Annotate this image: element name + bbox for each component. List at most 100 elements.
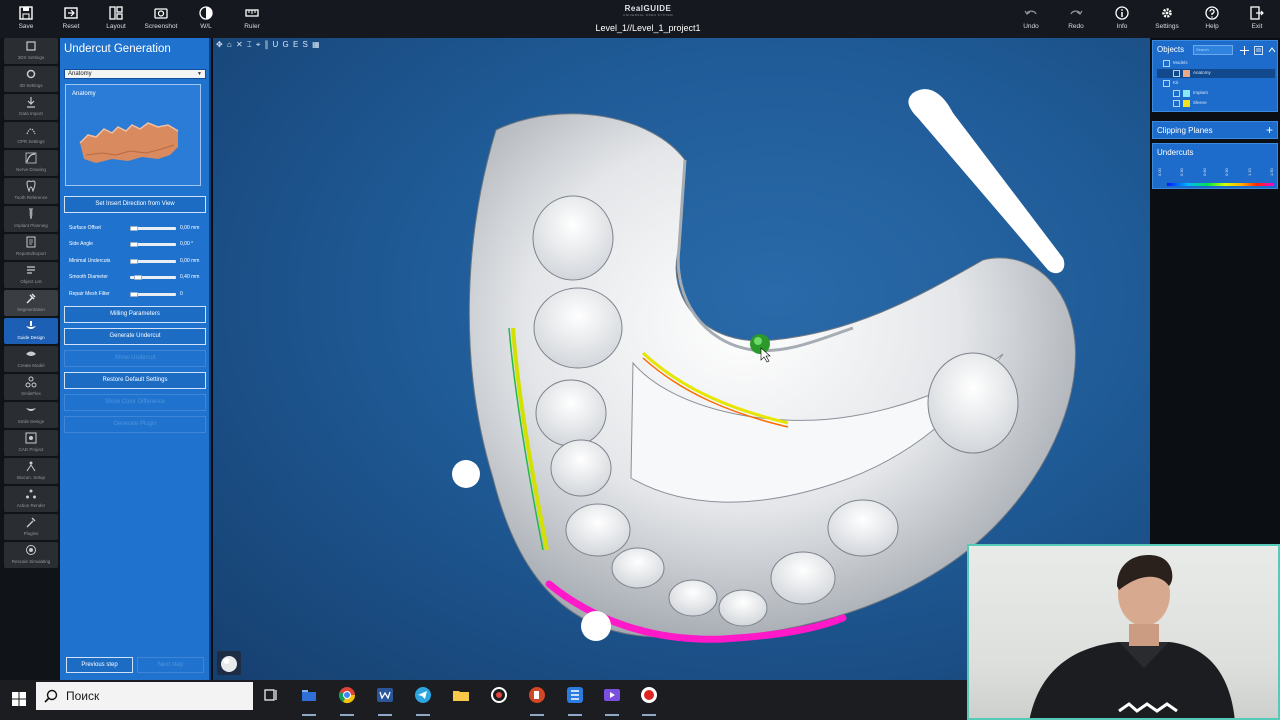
rail-plugins[interactable]: Plugins — [4, 514, 58, 540]
slider-knob[interactable] — [130, 292, 138, 297]
right-panels: Objects Search Models Anatomy Kit Implan… — [1150, 38, 1280, 198]
rail-action-render[interactable]: Action Render — [4, 486, 58, 512]
rail-smile-design[interactable]: Smile Design — [4, 402, 58, 428]
rail-3d-settings[interactable]: 3D Settings — [4, 66, 58, 92]
next-step-button[interactable]: Next step — [137, 657, 204, 673]
reset-button[interactable]: Reset — [49, 6, 93, 36]
video-editor-icon[interactable] — [603, 686, 621, 704]
layout-button[interactable]: Layout — [94, 6, 138, 36]
chevron-up-icon[interactable] — [1268, 46, 1276, 54]
rail-3dx-settings[interactable]: 3DX Settings — [4, 38, 58, 64]
settings-button[interactable]: Settings — [1145, 6, 1189, 36]
slider-knob[interactable] — [130, 226, 138, 231]
slider-knob[interactable] — [130, 242, 138, 247]
running-indicator — [416, 714, 430, 716]
generate-plugin-button[interactable]: Generate Plugin — [64, 416, 206, 433]
rail-opr-settings[interactable]: OPR Settings — [4, 122, 58, 148]
show-undercut-button[interactable]: Show Undercut — [64, 350, 206, 367]
rail-segmentation[interactable]: Segmentation — [4, 290, 58, 316]
powerpoint-icon[interactable] — [528, 686, 546, 704]
milling-parameters-button[interactable]: Milling Parameters — [64, 306, 206, 323]
visibility-checkbox[interactable] — [1163, 80, 1170, 87]
file-explorer-icon[interactable] — [300, 686, 318, 704]
window-level-button[interactable]: W/L — [184, 6, 228, 36]
slider-label: Smooth Diameter — [69, 274, 108, 280]
object-dropdown[interactable]: Anatomy ▼ — [64, 69, 206, 79]
rail-implant-planning[interactable]: Implant Planning — [4, 206, 58, 232]
cube-icon — [26, 41, 36, 51]
rail-reports-export[interactable]: Reports/Export — [4, 234, 58, 260]
visibility-checkbox[interactable] — [1173, 100, 1180, 107]
rail-cad-project[interactable]: CAD Project — [4, 430, 58, 456]
set-insert-direction-button[interactable]: Set Insert Direction from View — [64, 196, 206, 213]
info-button[interactable]: Info — [1100, 6, 1144, 36]
clipping-planes-panel[interactable]: Clipping Planes + — [1152, 121, 1278, 139]
object-row-implant[interactable]: Implant — [1157, 89, 1275, 98]
folder-icon[interactable] — [452, 686, 470, 704]
save-button[interactable]: Save — [4, 6, 48, 36]
rail-tooth-reference[interactable]: Tooth Reference — [4, 178, 58, 204]
slider-track[interactable] — [130, 242, 176, 247]
undo-button[interactable]: Undo — [1009, 6, 1053, 36]
slider-track[interactable] — [130, 275, 176, 280]
slider-side-angle: Side Angle 0,00 ° — [69, 241, 209, 249]
rail-label: Smile Design — [17, 419, 45, 424]
slider-track[interactable] — [130, 292, 176, 297]
rail-nerve-drawing[interactable]: Nerve Drawing — [4, 150, 58, 176]
previous-step-button[interactable]: Previous step — [66, 657, 133, 673]
presenter-video — [1029, 555, 1235, 718]
slider-track[interactable] — [130, 259, 176, 264]
object-row-models[interactable]: Models — [1157, 59, 1275, 68]
rail-data-import[interactable]: Data Import — [4, 94, 58, 120]
ruler-button[interactable]: Ruler — [230, 6, 274, 36]
show-color-difference-button[interactable]: Show Color Difference — [64, 394, 206, 411]
orientation-sphere[interactable] — [217, 651, 241, 675]
restore-defaults-button[interactable]: Restore Default Settings — [64, 372, 206, 389]
object-color-swatch[interactable] — [1183, 70, 1190, 77]
task-view-icon[interactable] — [262, 686, 280, 704]
object-dropdown-value: Anatomy — [68, 71, 92, 77]
rail-biocon-setup[interactable]: Biocon. Setup — [4, 458, 58, 484]
visibility-checkbox[interactable] — [1173, 70, 1180, 77]
objects-search-input[interactable]: Search — [1193, 45, 1233, 55]
telegram-icon[interactable] — [414, 686, 432, 704]
screenshot-button[interactable]: Screenshot — [139, 6, 183, 36]
list-icon — [27, 266, 35, 274]
taskbar-search-input[interactable]: Поиск — [36, 682, 253, 710]
object-label: Sleeve — [1193, 100, 1207, 105]
rail-guide-design[interactable]: Guide Design — [4, 318, 58, 344]
undercut-tick: 1.20 — [1247, 168, 1252, 176]
object-row-kit[interactable]: Kit — [1157, 79, 1275, 88]
word-icon[interactable] — [376, 686, 394, 704]
chrome-icon[interactable] — [338, 686, 356, 704]
object-color-swatch[interactable] — [1183, 90, 1190, 97]
redo-button[interactable]: Redo — [1054, 6, 1098, 36]
rail-smileflex[interactable]: SmileFlex — [4, 374, 58, 400]
rail-rescale-simulating[interactable]: Rescale Simulating — [4, 542, 58, 568]
visibility-checkbox[interactable] — [1163, 60, 1170, 67]
visibility-checkbox[interactable] — [1173, 90, 1180, 97]
exit-button[interactable]: Exit — [1235, 6, 1279, 36]
generate-undercut-button[interactable]: Generate Undercut — [64, 328, 206, 345]
screen-recorder-icon[interactable] — [640, 686, 658, 704]
target-app-icon[interactable] — [490, 686, 508, 704]
settings-label: Settings — [1155, 23, 1179, 30]
slider-knob[interactable] — [130, 259, 138, 264]
rail-label: Action Render — [16, 503, 46, 508]
realguide-icon[interactable] — [566, 686, 584, 704]
save-icon — [19, 6, 33, 20]
windows-start-icon[interactable] — [10, 690, 28, 708]
move-icon[interactable] — [1240, 46, 1249, 55]
add-clipping-plane-icon[interactable]: + — [1266, 123, 1273, 137]
object-label: Models — [1173, 60, 1188, 65]
object-color-swatch[interactable] — [1183, 100, 1190, 107]
slider-track[interactable] — [130, 226, 176, 231]
download-icon — [27, 97, 35, 108]
list-view-icon[interactable] — [1254, 46, 1263, 55]
object-row-sleeve[interactable]: Sleeve — [1157, 99, 1275, 108]
help-button[interactable]: Help — [1190, 6, 1234, 36]
slider-knob[interactable] — [134, 275, 142, 280]
object-row-anatomy[interactable]: Anatomy — [1157, 69, 1275, 78]
rail-create-model[interactable]: Create Model — [4, 346, 58, 372]
rail-object-list[interactable]: Object List — [4, 262, 58, 288]
